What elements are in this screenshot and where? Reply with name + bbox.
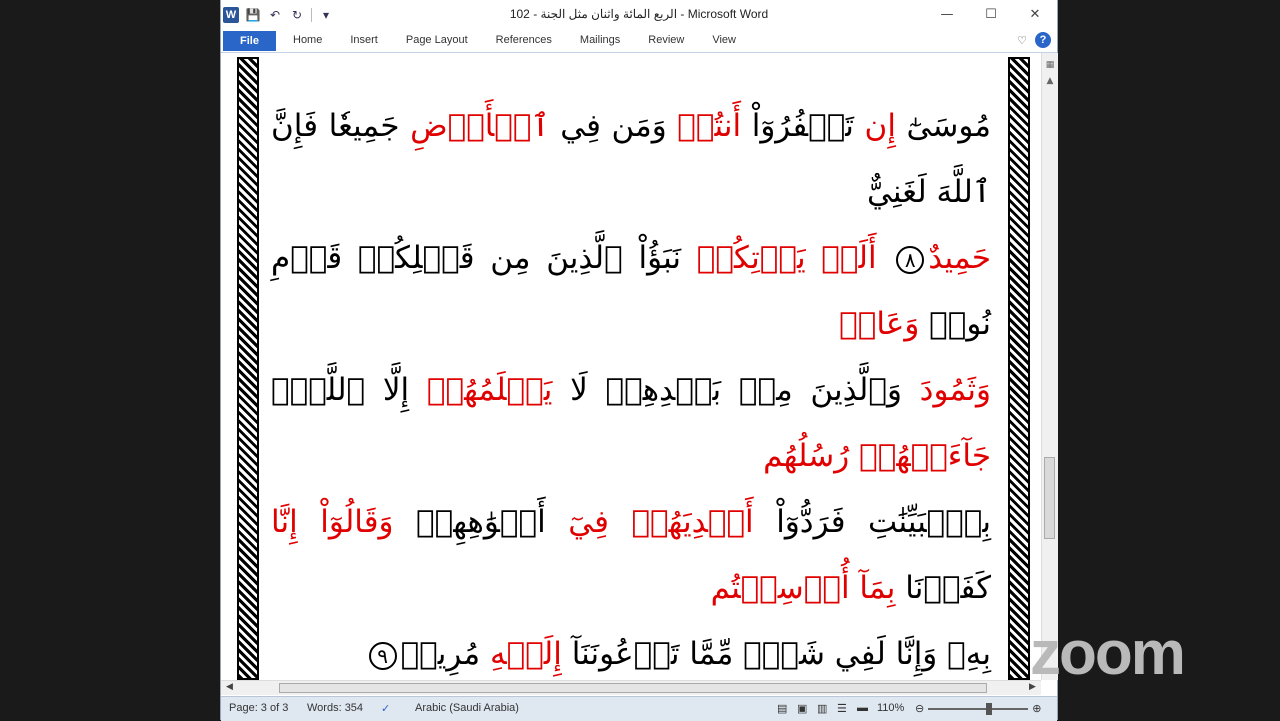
horizontal-scroll-thumb[interactable] xyxy=(279,683,987,693)
verse-word: وَٱلَّذِينَ مِنۢ بَعۡدِهِمۡ لَا xyxy=(552,372,920,408)
view-print-layout-icon[interactable]: ▤ xyxy=(777,702,787,715)
status-bar: Page: 3 of 3 Words: 354 ✓ Arabic (Saudi … xyxy=(221,696,1057,721)
verse-word: أَفۡوَٰهِهِمۡ xyxy=(393,504,569,540)
tab-review[interactable]: Review xyxy=(648,34,684,46)
verse-word-red: يَعۡلَمُهُمۡ xyxy=(426,372,553,408)
ribbon-collapse-icon[interactable]: ♡ xyxy=(1017,34,1027,47)
verse-word: مُرِيبٖ xyxy=(400,636,490,672)
tab-insert[interactable]: Insert xyxy=(350,34,378,46)
verse-word-red: أَيۡدِيَهُمۡ فِيٓ xyxy=(568,504,754,540)
verse-word: كَفَرۡنَا xyxy=(895,570,991,606)
verse-line[interactable]: حَمِيدٌ ٨ أَلَمۡ يَأۡتِكُمۡ نَبَؤُاْ ٱلَ… xyxy=(271,225,991,357)
page-count[interactable]: Page: 3 of 3 xyxy=(229,702,288,714)
word-window: W 💾 ↶ ↻ ▾ الربع المائة واثنان مثل الجنة … xyxy=(220,0,1058,721)
tab-home[interactable]: Home xyxy=(293,34,322,46)
verse-line[interactable]: مُوسَىٰٓ إِن تَكۡفُرُوٓاْ أَنتُمۡ وَمَن … xyxy=(271,93,991,225)
scroll-up-arrow[interactable]: ▲ xyxy=(1044,75,1056,87)
zoom-slider-knob[interactable] xyxy=(986,702,993,715)
scroll-left-arrow[interactable]: ◀ xyxy=(226,682,233,692)
tab-mailings[interactable]: Mailings xyxy=(580,34,620,46)
vertical-scroll-thumb[interactable] xyxy=(1044,457,1055,539)
ayah-number-marker: ٩ xyxy=(368,641,397,670)
ayah-number-marker: ٨ xyxy=(896,245,925,274)
verse-word: مُوسَىٰٓ xyxy=(895,108,991,144)
verse-word: تَكۡفُرُوٓاْ xyxy=(741,108,865,144)
verse-word-red: جَآءَتۡهُمۡ xyxy=(859,438,991,474)
tab-page-layout[interactable]: Page Layout xyxy=(406,34,468,46)
zoom-control: ⊖ ⊕ xyxy=(915,702,1041,715)
zoom-out-icon[interactable]: ⊖ xyxy=(915,702,924,715)
verse-word-red: بِمَآ أُرۡسِلۡتُم xyxy=(710,570,896,606)
tab-references[interactable]: References xyxy=(496,34,552,46)
verse-word: إِلَّا ٱللَّهُۚ xyxy=(271,372,427,408)
maximize-button[interactable]: ☐ xyxy=(969,0,1013,28)
view-web-layout-icon[interactable]: ▥ xyxy=(817,702,827,715)
verse-word-red: حَمِيدٌ xyxy=(928,240,991,276)
verse-word-red: أَلَمۡ يَأۡتِكُمۡ xyxy=(696,240,893,276)
title-bar: W 💾 ↶ ↻ ▾ الربع المائة واثنان مثل الجنة … xyxy=(221,0,1057,30)
ribbon-tab-list: Home Insert Page Layout References Maili… xyxy=(293,34,764,46)
zoom-slider[interactable] xyxy=(928,702,1029,715)
vertical-scrollbar[interactable]: ▦ ▲ xyxy=(1041,53,1058,680)
close-button[interactable]: ✕ xyxy=(1013,0,1057,28)
verse-line[interactable]: وَثَمُودَ وَٱلَّذِينَ مِنۢ بَعۡدِهِمۡ لَ… xyxy=(271,357,991,489)
view-draft-icon[interactable]: ▬ xyxy=(857,702,868,714)
window-controls: — ☐ ✕ xyxy=(925,0,1057,28)
ruler-toggle-icon[interactable]: ▦ xyxy=(1044,59,1056,71)
word-count[interactable]: Words: 354 xyxy=(307,702,363,714)
verse-word-red: ٱلۡأَرۡضِ xyxy=(410,108,550,144)
verse-word: وَمَن فِي xyxy=(549,108,678,144)
page-border-right xyxy=(1008,57,1030,680)
verse-line[interactable]: بِهِۦ وَإِنَّا لَفِي شَكّٖ مِّمَّا تَدۡع… xyxy=(271,621,991,680)
verse-word-red: وَثَمُودَ xyxy=(919,372,991,408)
zoom-level[interactable]: 110% xyxy=(877,702,904,714)
verse-word-red: رُسُلُهُم xyxy=(763,438,860,474)
help-icon[interactable]: ? xyxy=(1035,32,1051,48)
verse-word-red: وَعَادٖ xyxy=(839,306,920,342)
verse-word-red: أَنتُمۡ xyxy=(677,108,742,144)
zoom-in-icon[interactable]: ⊕ xyxy=(1032,702,1041,715)
minimize-button[interactable]: — xyxy=(925,0,969,28)
view-outline-icon[interactable]: ☰ xyxy=(837,702,847,715)
ribbon-right-icons: ♡ ? xyxy=(1017,32,1051,48)
tab-view[interactable]: View xyxy=(712,34,736,46)
verse-word: بِٱلۡبَيِّنَٰتِ فَرَدُّوٓاْ xyxy=(753,504,991,540)
ribbon-tabs: File Home Insert Page Layout References … xyxy=(221,30,1057,53)
page-border-left xyxy=(237,57,259,680)
zoom-watermark: zoom xyxy=(1030,619,1186,688)
verse-word-red: وَقَالُوٓاْ إِنَّا xyxy=(271,504,394,540)
horizontal-scrollbar[interactable]: ◀ ▶ xyxy=(221,680,1041,695)
verse-word-red: إِن xyxy=(864,108,896,144)
quran-verses-text[interactable]: مُوسَىٰٓ إِن تَكۡفُرُوٓاْ أَنتُمۡ وَمَن … xyxy=(271,93,991,680)
document-page[interactable]: مُوسَىٰٓ إِن تَكۡفُرُوٓاْ أَنتُمۡ وَمَن … xyxy=(221,53,1041,680)
proofing-icon[interactable]: ✓ xyxy=(381,702,390,715)
language-indicator[interactable]: Arabic (Saudi Arabia) xyxy=(415,702,519,714)
view-full-screen-icon[interactable]: ▣ xyxy=(797,702,807,715)
verse-word-red: إِلَيۡهِ xyxy=(489,636,562,672)
verse-word: بِهِۦ وَإِنَّا لَفِي شَكّٖ مِّمَّا تَدۡع… xyxy=(561,636,991,672)
verse-line[interactable]: بِٱلۡبَيِّنَٰتِ فَرَدُّوٓاْ أَيۡدِيَهُمۡ… xyxy=(271,489,991,621)
tab-file[interactable]: File xyxy=(223,31,276,51)
